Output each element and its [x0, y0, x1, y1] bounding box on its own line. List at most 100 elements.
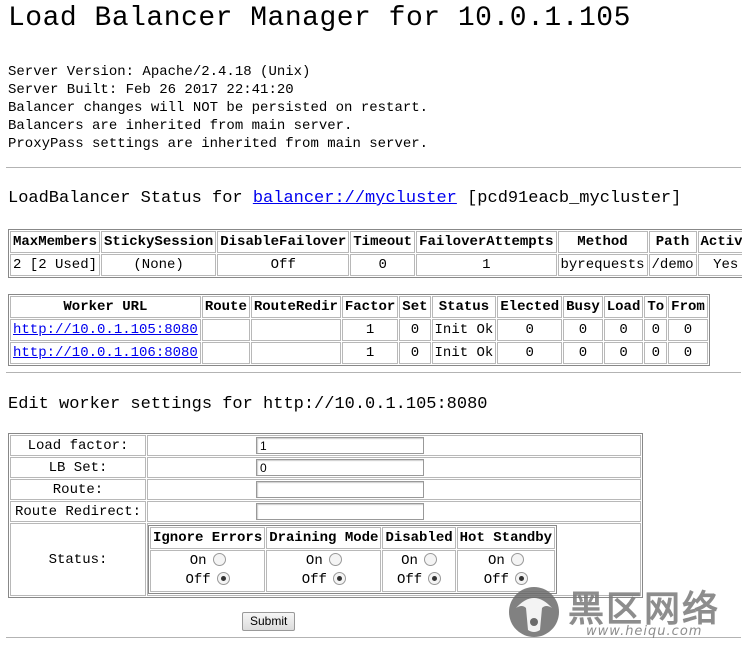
submit-button[interactable]: Submit: [242, 612, 296, 631]
cell-to: 0: [644, 342, 668, 364]
col-elected: Elected: [497, 296, 563, 318]
col-failoverattempts: FailoverAttempts: [416, 231, 557, 253]
disabled-header: Disabled: [382, 527, 456, 549]
worker-header-row: Worker URL Route RouteRedir Factor Set S…: [10, 296, 708, 318]
ignore-errors-options: On Off: [150, 550, 266, 592]
divider: [6, 372, 741, 373]
col-maxmembers: MaxMembers: [10, 231, 101, 253]
inherit-proxypass-notice: ProxyPass settings are inherited from ma…: [8, 136, 429, 152]
col-route: Route: [201, 296, 250, 318]
edit-worker-form: Load factor: 1 LB Set: 0 Route: Route Re…: [8, 433, 643, 598]
cell-factor: 1: [341, 319, 399, 341]
cell-route: [201, 342, 250, 364]
status-options-row: On Off On Off On Off On Off: [150, 550, 556, 592]
route-label: Route:: [10, 479, 146, 500]
col-busy: Busy: [563, 296, 603, 318]
cell-disablefailover: Off: [217, 254, 350, 276]
on-label: On: [305, 553, 323, 569]
hot-standby-header: Hot Standby: [456, 527, 556, 549]
col-disablefailover: DisableFailover: [217, 231, 350, 253]
balancer-table: MaxMembers StickySession DisableFailover…: [8, 229, 742, 278]
cell-route: [201, 319, 250, 341]
cell-routeredir: [250, 342, 341, 364]
worker-url-cell: http://10.0.1.105:8080: [10, 319, 201, 341]
cell-factor: 1: [341, 342, 399, 364]
page-title: Load Balancer Manager for 10.0.1.105: [8, 3, 631, 34]
col-worker-url: Worker URL: [10, 296, 201, 318]
cell-set: 0: [399, 342, 431, 364]
col-from: From: [668, 296, 708, 318]
worker-table: Worker URL Route RouteRedir Factor Set S…: [8, 294, 710, 366]
route-cell: [147, 479, 641, 500]
cell-status: Init Ok: [431, 342, 497, 364]
worker-link-2[interactable]: http://10.0.1.106:8080: [13, 345, 198, 361]
hot-standby-on-radio[interactable]: [510, 552, 524, 566]
ignore-errors-on-radio[interactable]: [212, 552, 226, 566]
cell-from: 0: [668, 319, 708, 341]
load-factor-input[interactable]: 1: [256, 437, 424, 454]
lb-set-label: LB Set:: [10, 457, 146, 478]
draining-mode-header: Draining Mode: [266, 527, 382, 549]
col-path: Path: [648, 231, 697, 253]
route-redirect-input[interactable]: [256, 503, 424, 520]
disabled-options: On Off: [382, 550, 456, 592]
divider: [6, 167, 741, 168]
balancer-header-row: MaxMembers StickySession DisableFailover…: [10, 231, 742, 253]
cell-set: 0: [399, 319, 431, 341]
draining-mode-on-radio[interactable]: [328, 552, 342, 566]
server-info: Server Version: Apache/2.4.18 (Unix) Serv…: [8, 63, 428, 153]
status-label: Status:: [10, 523, 146, 596]
off-label: Off: [396, 572, 423, 588]
balancer-link[interactable]: balancer://mycluster: [253, 189, 457, 208]
lb-set-cell: 0: [147, 457, 641, 478]
edit-worker-heading: Edit worker settings for http://10.0.1.1…: [8, 395, 488, 414]
off-label: Off: [185, 572, 211, 588]
draining-mode-off-radio[interactable]: [332, 571, 346, 585]
form-row: Route Redirect:: [10, 501, 641, 522]
cell-method: byrequests: [557, 254, 648, 276]
off-label: Off: [301, 572, 327, 588]
cell-busy: 0: [563, 342, 603, 364]
persist-notice: Balancer changes will NOT be persisted o…: [8, 100, 429, 116]
watermark-url: www.heiqu.com: [586, 624, 703, 639]
cell-busy: 0: [563, 319, 603, 341]
lb-set-input[interactable]: 0: [256, 459, 424, 476]
col-active: Active: [697, 231, 742, 253]
cell-elected: 0: [497, 342, 563, 364]
cell-active: Yes: [697, 254, 742, 276]
col-timeout: Timeout: [350, 231, 416, 253]
cell-timeout: 0: [350, 254, 416, 276]
route-redirect-label: Route Redirect:: [10, 501, 146, 522]
ignore-errors-off-radio[interactable]: [216, 571, 230, 585]
form-row: Route:: [10, 479, 641, 500]
disabled-on-radio[interactable]: [423, 552, 437, 566]
table-row: http://10.0.1.105:8080 1 0 Init Ok 0 0 0…: [10, 319, 708, 341]
route-redirect-cell: [147, 501, 641, 522]
status-header-row: Ignore Errors Draining Mode Disabled Hot…: [150, 527, 556, 549]
balancer-id: [pcd91eacb_mycluster]: [456, 189, 682, 208]
status-prefix: LoadBalancer Status for: [8, 189, 253, 208]
route-input[interactable]: [256, 481, 424, 498]
off-label: Off: [483, 572, 509, 588]
watermark: 黑区网络 www.heiqu.com: [508, 578, 742, 644]
cell-failoverattempts: 1: [416, 254, 557, 276]
cell-from: 0: [668, 342, 708, 364]
table-row: http://10.0.1.106:8080 1 0 Init Ok 0 0 0…: [10, 342, 708, 364]
col-to: To: [644, 296, 668, 318]
draining-mode-options: On Off: [266, 550, 382, 592]
inherit-balancers-notice: Balancers are inherited from main server…: [8, 118, 353, 134]
worker-link-1[interactable]: http://10.0.1.105:8080: [13, 322, 198, 338]
cell-stickysession: (None): [101, 254, 217, 276]
cell-load: 0: [603, 342, 644, 364]
on-label: On: [189, 553, 207, 569]
on-label: On: [487, 553, 505, 569]
col-set: Set: [399, 296, 431, 318]
table-row: 2 [2 Used] (None) Off 0 1 byrequests /de…: [10, 254, 742, 276]
disabled-off-radio[interactable]: [428, 571, 442, 585]
cell-routeredir: [250, 319, 341, 341]
server-version: Server Version: Apache/2.4.18 (Unix): [8, 64, 311, 80]
cell-status: Init Ok: [431, 319, 497, 341]
col-status: Status: [431, 296, 497, 318]
col-method: Method: [557, 231, 648, 253]
cell-load: 0: [603, 319, 644, 341]
